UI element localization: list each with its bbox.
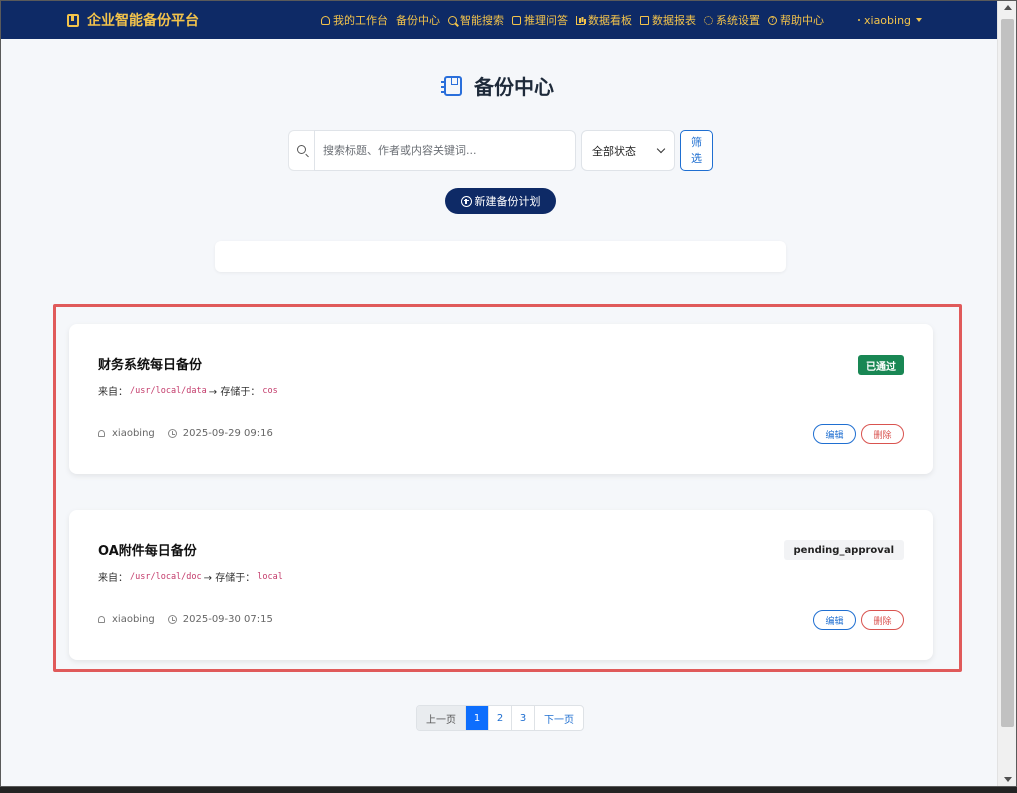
person-icon [98,616,105,623]
search-addon [288,130,314,171]
backup-card: 财务系统每日备份 来自： /usr/local/data → 存储于： cos … [69,324,933,474]
bar-chart-icon [576,15,585,25]
storage-target: local [257,571,283,582]
nav-link-reports[interactable]: 数据报表 [640,12,696,28]
pagination: 上一页 1 2 3 下一页 [416,705,584,731]
search-icon [297,145,306,154]
page-title-text: 备份中心 [474,75,554,99]
background-editor-strip [0,787,1017,793]
card-title: 财务系统每日备份 [98,358,203,373]
backup-card: OA附件每日备份 来自： /usr/local/doc → 存储于： local… [69,510,933,660]
pagination-page-2[interactable]: 2 [489,706,512,730]
nav-link-reasoning-qa[interactable]: 推理问答 [512,12,568,28]
delete-button[interactable]: 删除 [861,610,904,630]
plus-circle-icon [460,195,472,207]
source-path: /usr/local/doc [130,571,202,582]
timestamp: 2025-09-29 09:16 [182,428,273,439]
nav-link-workbench[interactable]: 我的工作台 [321,12,388,28]
storage-label: → 存储于： [208,387,261,398]
storage-label: → 存储于： [203,573,256,584]
search-input[interactable] [314,130,576,171]
nav-links: 我的工作台 备份中心 智能搜索 推理问答 数据看板 数据报表 系统设置 ? 帮助中… [321,1,832,39]
card-title: OA附件每日备份 [98,544,197,559]
brand[interactable]: 企业智能备份平台 [67,1,199,39]
user-circle-icon [858,19,860,21]
delete-button[interactable]: 删除 [861,424,904,444]
scroll-down-arrow-icon[interactable] [1004,777,1012,782]
notebook-icon [441,75,462,96]
pagination-page-3[interactable]: 3 [512,706,535,730]
pagination-prev[interactable]: 上一页 [417,706,466,730]
status-select-value: 全部状态 [592,144,636,158]
card-footer: xiaobing 2025-09-29 09:16 [98,428,273,439]
card-footer: xiaobing 2025-09-30 07:15 [98,614,273,625]
bookmark-logo-icon [67,13,79,27]
caret-down-icon [916,18,923,22]
top-navbar: 企业智能备份平台 我的工作台 备份中心 智能搜索 推理问答 数据看板 数据报表 … [1,1,997,39]
person-icon [98,430,105,437]
pagination-next[interactable]: 下一页 [535,706,583,730]
page-title: 备份中心 [1,71,997,100]
status-badge: pending_approval [783,540,904,560]
nav-link-settings[interactable]: 系统设置 [704,12,760,28]
username: xiaobing [864,13,912,27]
edit-button[interactable]: 编辑 [813,610,856,630]
search-icon [448,15,457,25]
card-meta: 来自： /usr/local/data → 存储于： cos [98,383,280,399]
help-icon: ? [768,15,777,25]
vertical-scrollbar[interactable] [997,1,1016,786]
author: xiaobing [112,428,155,439]
scroll-up-arrow-icon[interactable] [1004,5,1012,10]
clock-icon [167,615,177,624]
chevron-down-icon [656,144,666,154]
brand-title: 企业智能备份平台 [87,13,199,29]
pagination-page-1[interactable]: 1 [466,706,489,730]
author: xiaobing [112,614,155,625]
person-icon [321,15,330,25]
robot-icon [512,15,521,25]
gear-icon [704,15,713,25]
edit-button[interactable]: 编辑 [813,424,856,444]
filter-button[interactable]: 筛选 [680,130,713,171]
clock-icon [167,429,177,438]
nav-link-smart-search[interactable]: 智能搜索 [448,12,504,28]
nav-link-dashboard[interactable]: 数据看板 [576,12,632,28]
new-backup-plan-label: 新建备份计划 [474,196,541,208]
nav-link-help[interactable]: ? 帮助中心 [768,12,824,28]
user-menu[interactable]: xiaobing [858,1,923,39]
report-chart-icon [640,15,649,25]
scrollbar-thumb[interactable] [1001,19,1014,727]
timestamp: 2025-09-30 07:15 [182,614,273,625]
nav-link-backup-center[interactable]: 备份中心 [396,12,440,28]
browser-window: 企业智能备份平台 我的工作台 备份中心 智能搜索 推理问答 数据看板 数据报表 … [0,0,1017,787]
source-label: 来自： [98,387,128,398]
source-path: /usr/local/data [130,385,207,396]
search-group [288,130,576,171]
empty-panel [215,241,786,272]
status-select[interactable]: 全部状态 [581,130,675,171]
status-badge: 已通过 [858,355,904,375]
source-label: 来自： [98,573,128,584]
card-meta: 来自： /usr/local/doc → 存储于： local [98,569,285,585]
storage-target: cos [262,385,278,396]
new-backup-plan-button[interactable]: 新建备份计划 [445,188,556,214]
